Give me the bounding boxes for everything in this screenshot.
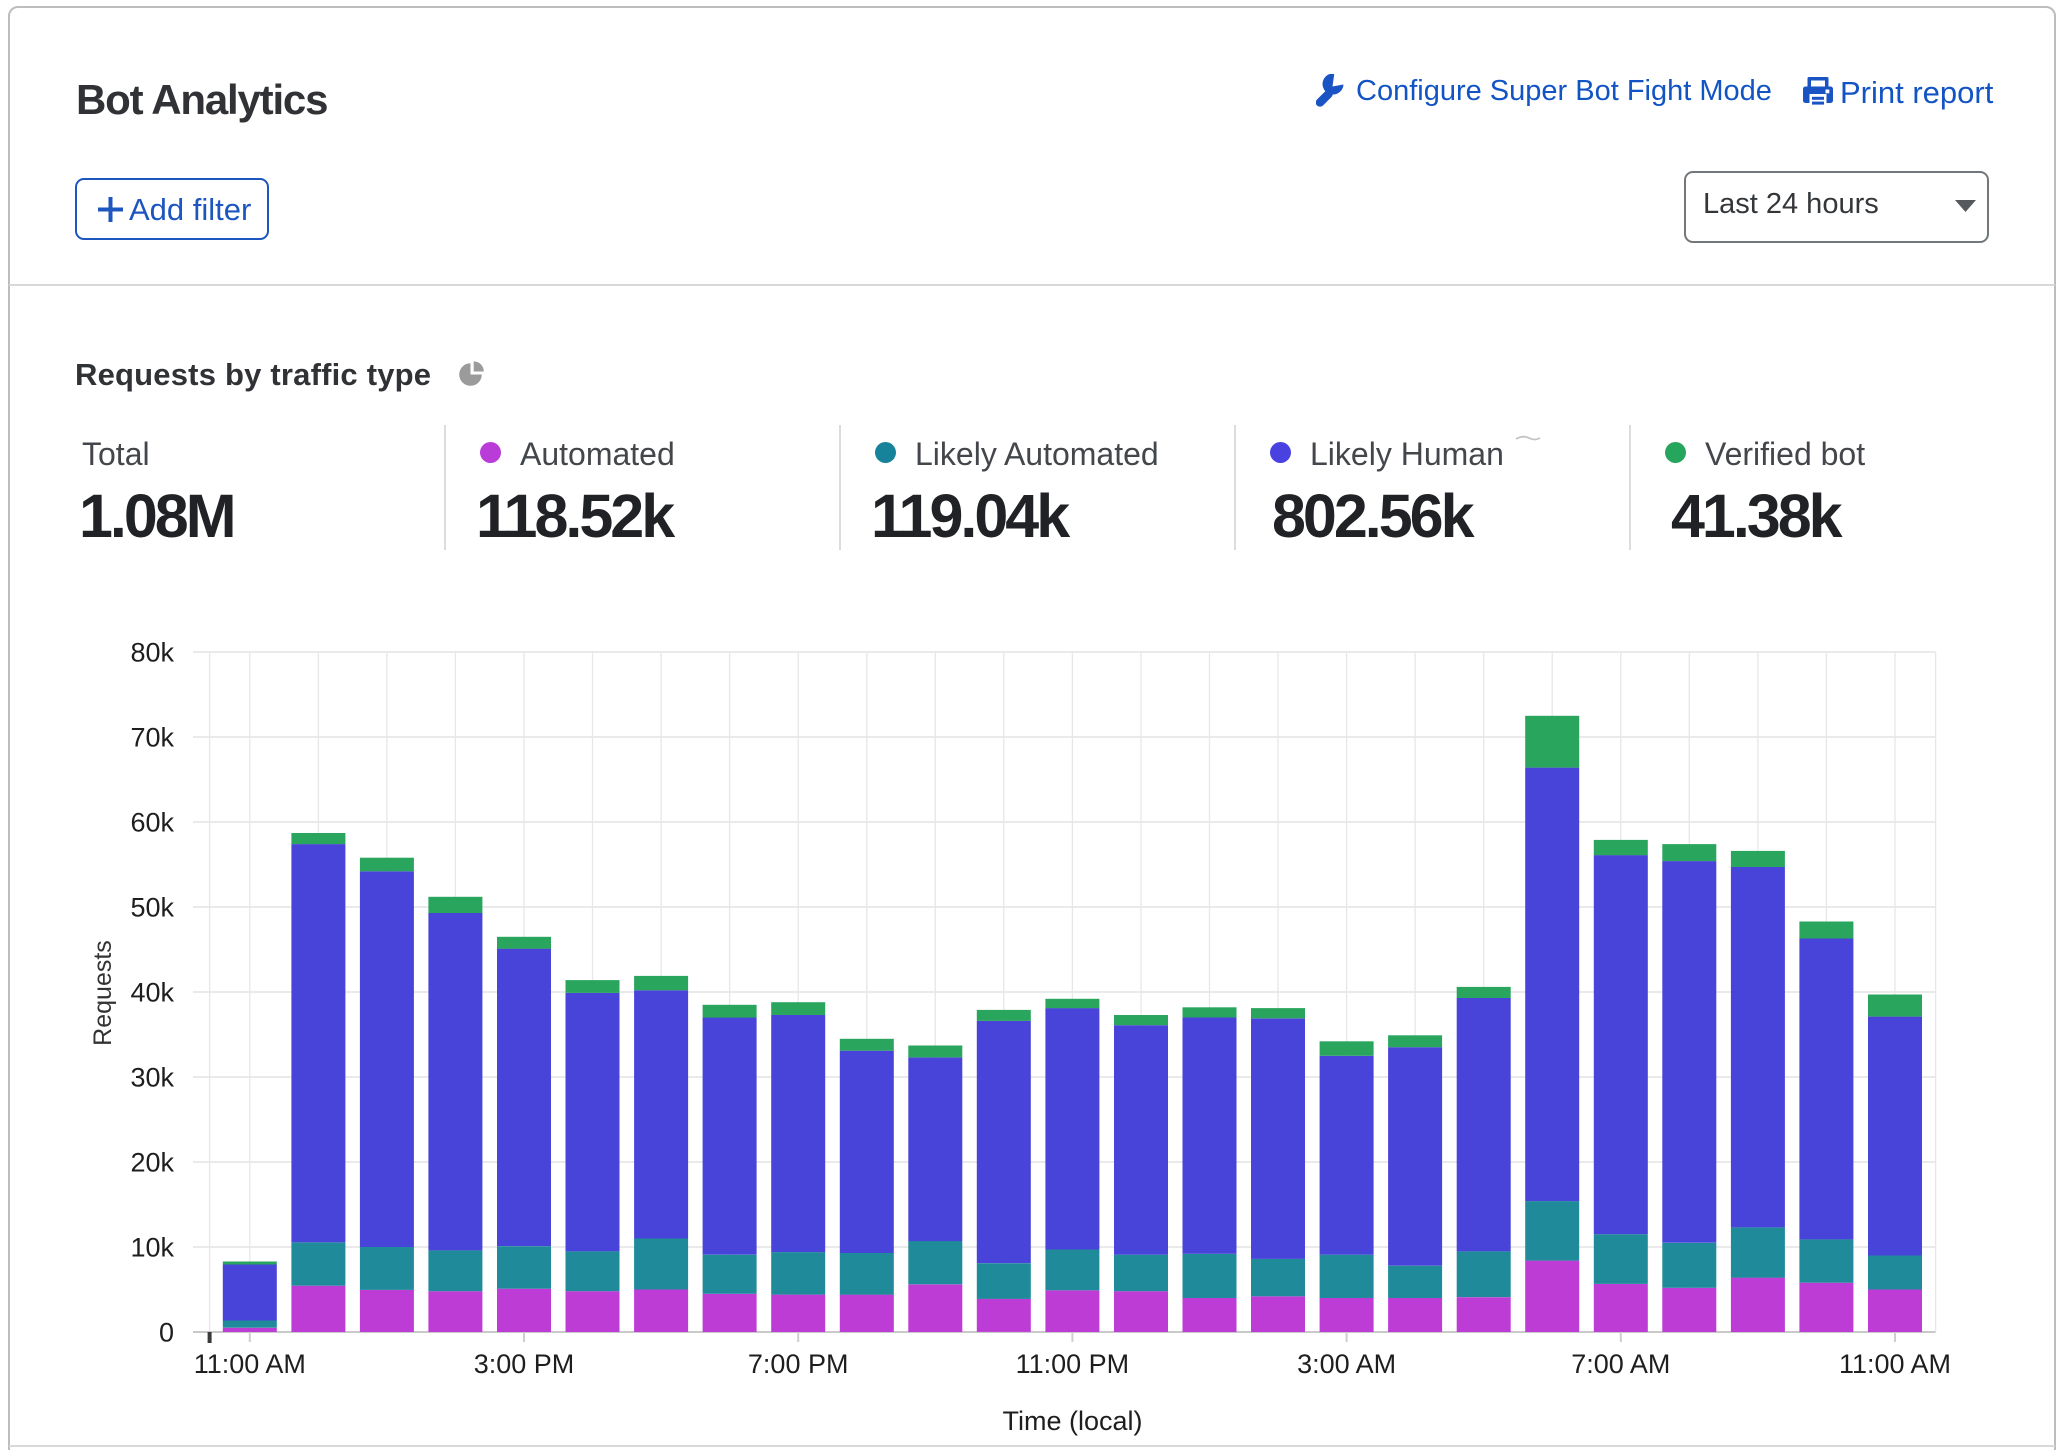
svg-text:3:00 PM: 3:00 PM: [474, 1349, 575, 1379]
svg-text:Time (local): Time (local): [1002, 1406, 1142, 1436]
svg-text:3:00 AM: 3:00 AM: [1297, 1349, 1396, 1379]
svg-text:0: 0: [159, 1318, 174, 1348]
svg-text:40k: 40k: [130, 978, 174, 1008]
svg-text:7:00 PM: 7:00 PM: [748, 1349, 849, 1379]
svg-text:10k: 10k: [130, 1233, 174, 1263]
svg-text:80k: 80k: [130, 638, 174, 668]
svg-text:11:00 PM: 11:00 PM: [1016, 1349, 1130, 1379]
svg-text:60k: 60k: [130, 808, 174, 838]
svg-text:50k: 50k: [130, 893, 174, 923]
svg-text:11:00 AM: 11:00 AM: [194, 1349, 306, 1379]
svg-text:Requests: Requests: [89, 940, 117, 1046]
svg-text:70k: 70k: [130, 723, 174, 753]
svg-text:30k: 30k: [130, 1063, 174, 1093]
svg-text:20k: 20k: [130, 1148, 174, 1178]
svg-text:11:00 AM: 11:00 AM: [1839, 1349, 1951, 1379]
svg-text:7:00 AM: 7:00 AM: [1571, 1349, 1670, 1379]
